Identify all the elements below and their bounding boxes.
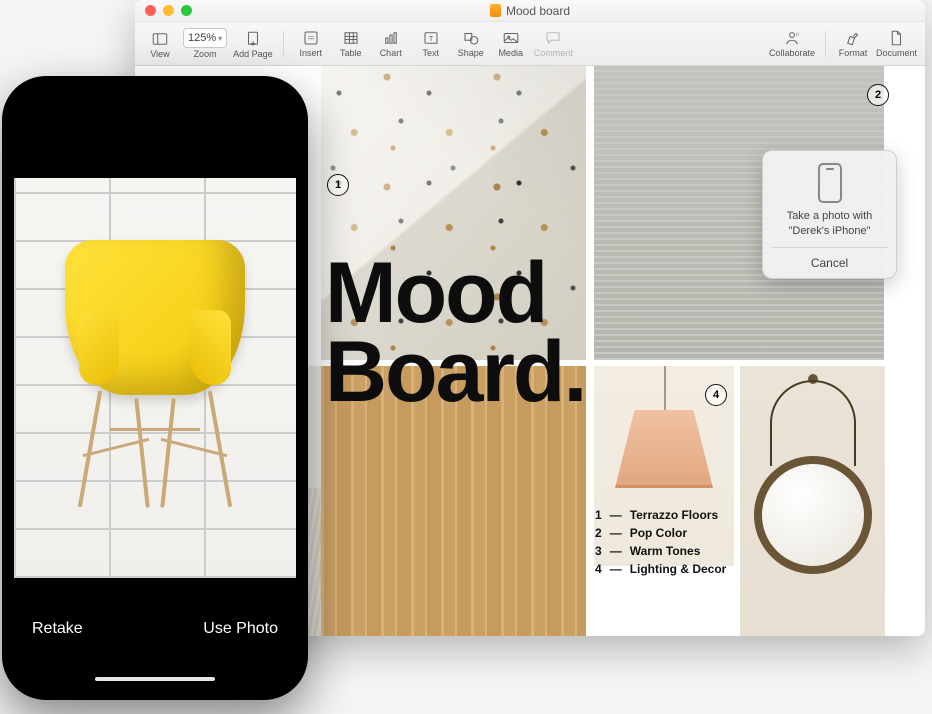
document-title: Mood board [135,4,925,18]
text-label: Text [422,48,439,58]
moodboard-image-mirror[interactable] [740,366,885,636]
chart-button[interactable]: Chart [374,29,408,58]
legend-label-4: Lighting & Decor [630,560,727,578]
iphone-icon [818,163,842,203]
sidebar-icon [149,30,171,48]
cancel-button[interactable]: Cancel [771,247,888,278]
format-icon [842,29,864,47]
media-label: Media [498,48,523,58]
shape-button[interactable]: Shape [454,29,488,58]
svg-text:＝: ＝ [307,34,315,43]
iphone-notch [85,88,225,112]
camera-bottom-bar: Retake Use Photo [14,578,296,688]
continuity-camera-popover: Take a photo with "Derek's iPhone" Cance… [762,150,897,279]
moodboard-title-line1: Mood [325,254,585,333]
collaborate-button[interactable]: Collaborate [769,29,815,58]
chevron-down-icon: ▾ [218,34,222,43]
home-indicator[interactable] [95,677,215,681]
document-title-text: Mood board [506,4,570,18]
shape-icon [460,29,482,47]
legend-row-4: 4— Lighting & Decor [595,560,726,578]
toolbar: View 125% ▾ Zoom Add Page ＝ [135,22,925,66]
comment-icon [542,29,564,47]
photo-subject-chair [55,220,255,520]
collaborate-label: Collaborate [769,48,815,58]
insert-button[interactable]: ＝ Insert [294,29,328,58]
moodboard-title[interactable]: Mood Board. [325,254,585,412]
document-icon [490,4,501,17]
add-page-label: Add Page [233,49,273,59]
media-icon [500,29,522,47]
shape-label: Shape [458,48,484,58]
legend-row-3: 3— Warm Tones [595,542,726,560]
marker-2[interactable]: 2 [867,84,889,106]
chart-icon [380,29,402,47]
text-button[interactable]: T Text [414,29,448,58]
add-page-icon [242,30,264,48]
legend-label-3: Warm Tones [630,542,701,560]
marker-4[interactable]: 4 [705,384,727,406]
document-label: Document [876,48,917,58]
moodboard-title-line2: Board. [325,333,585,412]
titlebar[interactable]: Mood board [135,0,925,22]
document-button[interactable]: Document [876,29,917,58]
format-label: Format [839,48,868,58]
marker-1[interactable]: 1 [327,174,349,196]
legend-row-1: 1— Terrazzo Floors [595,506,726,524]
insert-label: Insert [299,48,322,58]
document-pane-icon [885,29,907,47]
format-button[interactable]: Format [836,29,870,58]
legend-label-2: Pop Color [630,524,687,542]
legend-label-1: Terrazzo Floors [630,506,718,524]
zoom-control[interactable]: 125% ▾ Zoom [183,28,227,59]
table-icon [340,29,362,47]
chart-label: Chart [380,48,402,58]
legend: 1— Terrazzo Floors 2— Pop Color 3— Warm … [595,506,726,578]
use-photo-button[interactable]: Use Photo [203,620,278,638]
add-page-button[interactable]: Add Page [233,30,273,59]
media-button[interactable]: Media [494,29,528,58]
view-label: View [150,49,169,59]
zoom-label: Zoom [194,49,217,59]
comment-button: Comment [534,29,573,58]
svg-text:T: T [428,34,433,43]
collaborate-icon [781,29,803,47]
table-label: Table [340,48,362,58]
popover-text: Take a photo with "Derek's iPhone" [771,209,888,239]
view-button[interactable]: View [143,30,177,59]
table-button[interactable]: Table [334,29,368,58]
iphone-screen: Retake Use Photo [14,88,296,688]
insert-icon: ＝ [300,29,322,47]
retake-button[interactable]: Retake [32,620,83,638]
legend-row-2: 2— Pop Color [595,524,726,542]
iphone-device: Retake Use Photo [2,76,308,700]
zoom-value: 125% [188,32,216,44]
text-icon: T [420,29,442,47]
comment-label: Comment [534,48,573,58]
camera-viewfinder[interactable] [14,178,296,578]
